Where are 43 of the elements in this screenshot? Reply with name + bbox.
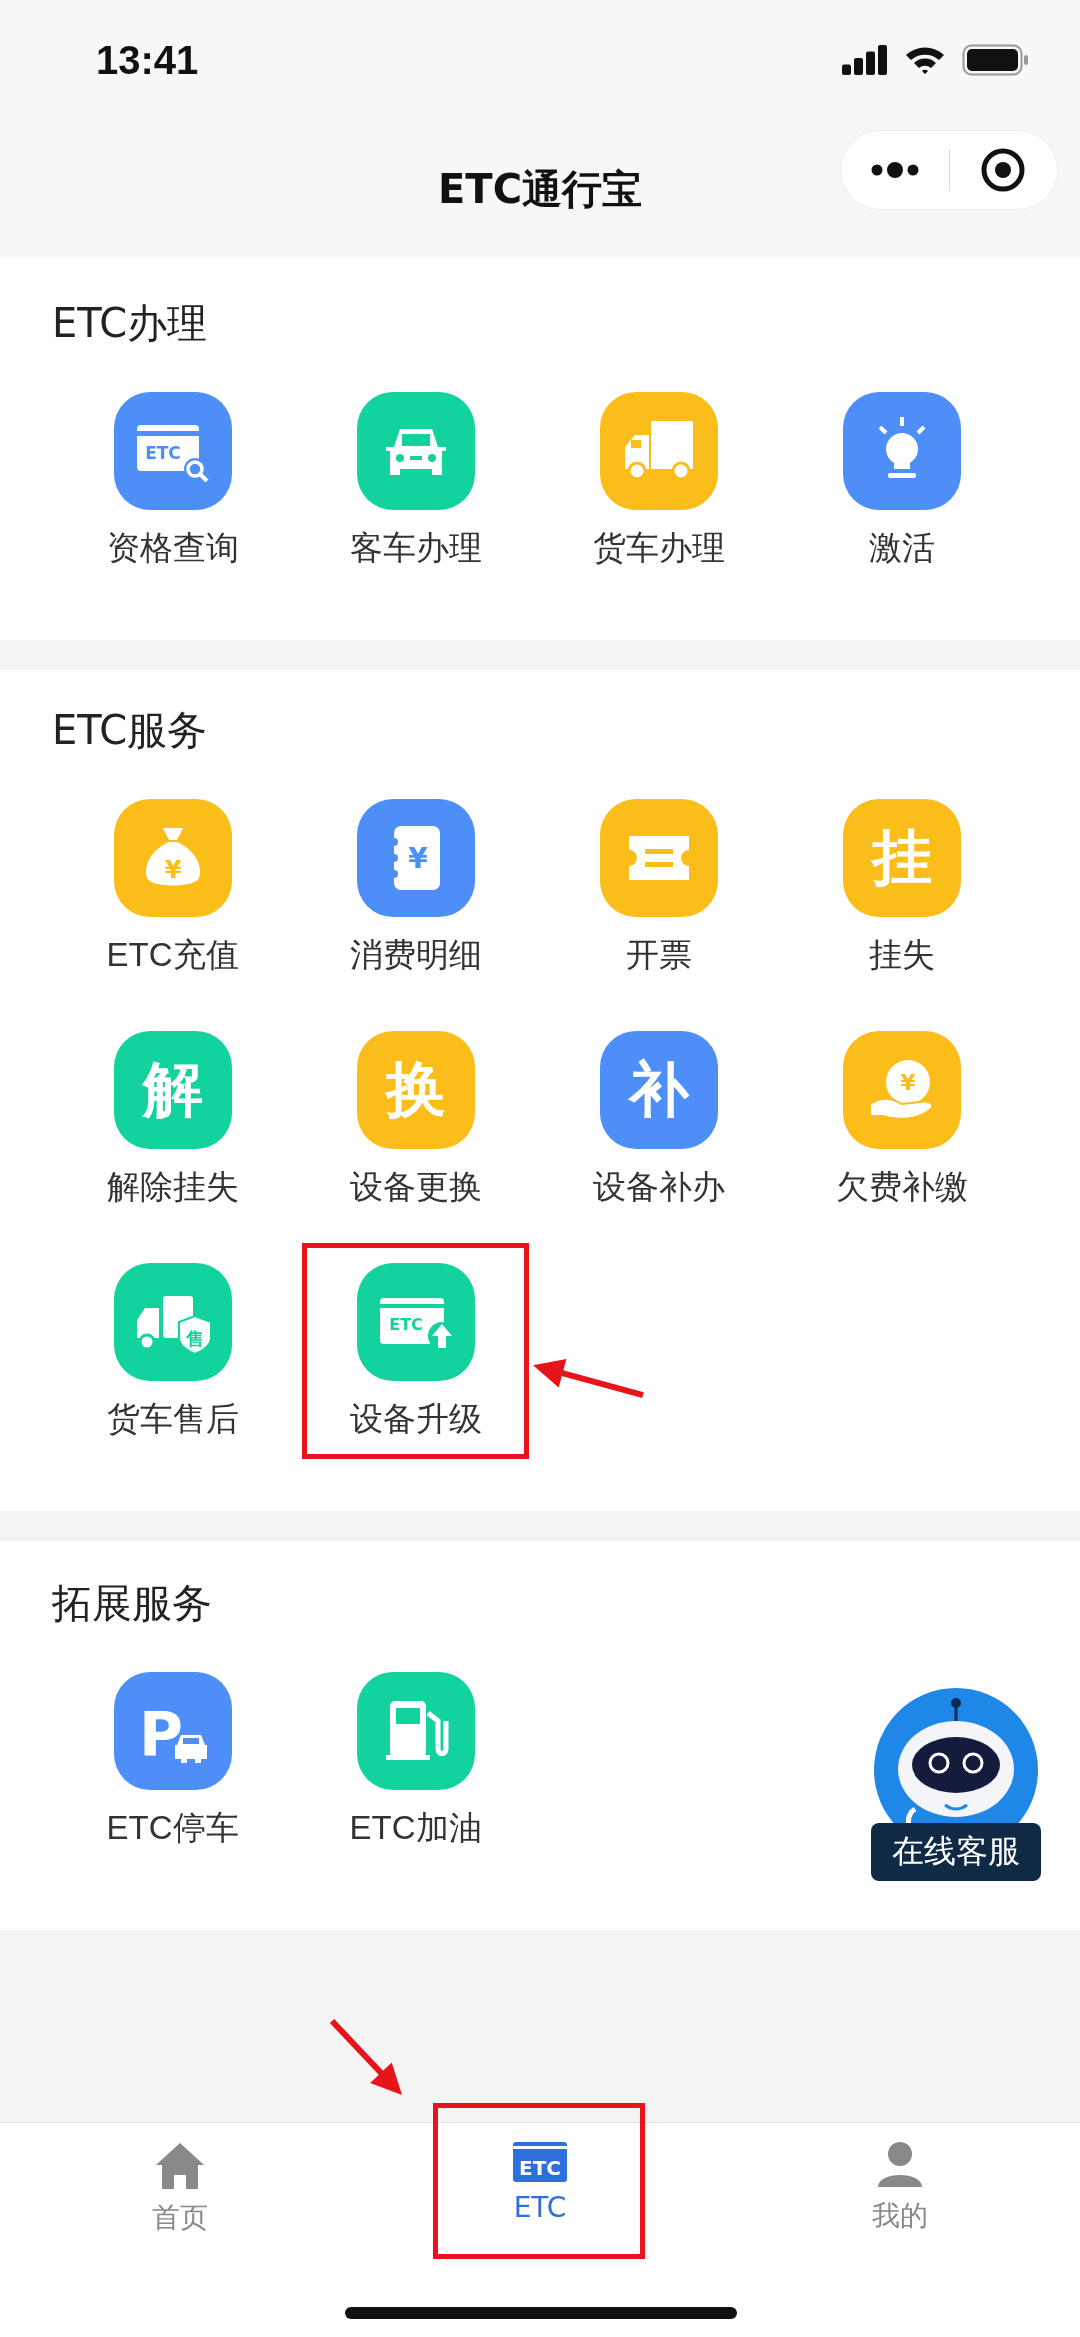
service-item[interactable]: 售 货车售后 [106,1263,239,1441]
section-title: 拓展服务 [51,1579,212,1628]
service-item[interactable]: ¥ 欠费补缴 [835,1031,968,1209]
service-item[interactable]: ETC 资格查询 [106,392,239,570]
service-item[interactable]: ETC加油 [349,1672,482,1850]
parking-icon: P [113,1672,232,1790]
service-item[interactable]: 货车办理 [592,392,725,570]
service-item[interactable]: 开票 [599,799,718,977]
notebook-icon: ¥ [356,799,475,917]
tab-item[interactable]: ETC ETC [512,2141,568,2237]
card-search-icon: ETC [113,392,232,510]
customer-service-button[interactable]: 在线客服 [870,1687,1042,1881]
card-icon: ETC [512,2141,568,2183]
battery-icon [962,44,1030,76]
service-item[interactable]: P ETC停车 [106,1672,239,1850]
page-title: ETC通行宝 [438,164,642,214]
service-item[interactable]: ¥ 消费明细 [349,799,482,977]
section-title: ETC办理 [51,299,208,348]
service-item[interactable]: 解 解除挂失 [106,1031,239,1209]
tab-item[interactable]: 首页 [152,2141,208,2237]
service-item[interactable]: 挂 挂失 [842,799,961,977]
character-icon: 补 [599,1031,718,1149]
character-icon: 解 [113,1031,232,1149]
service-item[interactable]: ¥ ETC充值 [106,799,239,977]
character-icon: 换 [356,1031,475,1149]
hand-coin-icon: ¥ [842,1031,961,1149]
service-item[interactable]: 客车办理 [349,392,482,570]
signal-icon [842,45,888,75]
service-item[interactable]: 补 设备补办 [592,1031,725,1209]
truck-shield-icon: 售 [113,1263,232,1381]
person-icon [876,2141,924,2189]
target-icon [980,147,1027,193]
card-upload-icon: ETC [356,1263,475,1381]
service-item[interactable]: 激活 [842,392,961,570]
tab-item[interactable]: 我的 [872,2141,928,2237]
money-bag-icon: ¥ [113,799,232,917]
service-item[interactable]: 换 设备更换 [349,1031,482,1209]
character-icon: 挂 [842,799,961,917]
home-icon [154,2141,206,2191]
wifi-icon [904,45,946,75]
section-title: ETC服务 [51,706,208,755]
status-time: 13:41 [96,37,199,83]
service-item[interactable]: ETC 设备升级 [349,1263,482,1441]
